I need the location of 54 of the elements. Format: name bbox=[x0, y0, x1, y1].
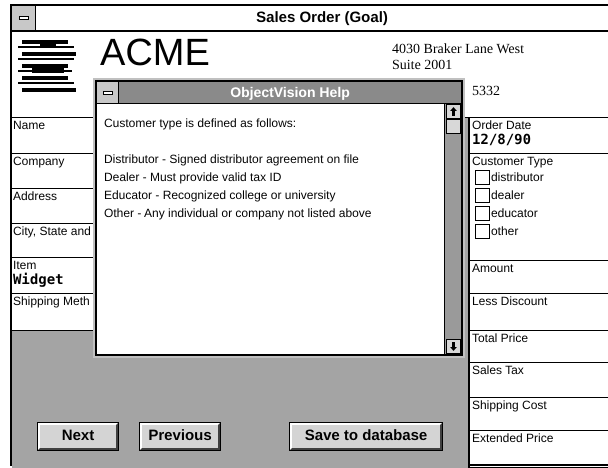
field-label: Address bbox=[13, 189, 58, 203]
field-value: 12/8/90 bbox=[472, 132, 532, 148]
help-text: Customer type is defined as follows: bbox=[104, 115, 298, 132]
field-label: Order Date bbox=[472, 118, 532, 132]
logo-text: ACME bbox=[100, 34, 210, 72]
field-label: Shipping Cost bbox=[472, 398, 548, 412]
window-title: Sales Order (Goal) bbox=[256, 8, 388, 28]
form-button[interactable]: Next bbox=[38, 423, 118, 450]
help-text: Educator - Recognized college or university bbox=[104, 187, 336, 204]
field-label: Company bbox=[13, 154, 66, 168]
form-field[interactable]: Order Date 12/8/90 bbox=[470, 118, 608, 154]
checkbox-label: distributor bbox=[491, 170, 544, 185]
form-button[interactable]: Save to database bbox=[290, 423, 442, 450]
scrollbar[interactable] bbox=[444, 104, 461, 354]
checkbox-label: educator bbox=[491, 206, 538, 221]
down-arrow-icon bbox=[450, 342, 456, 351]
system-menu-button[interactable] bbox=[97, 82, 119, 103]
checkbox[interactable] bbox=[475, 224, 490, 239]
checkbox[interactable] bbox=[475, 188, 490, 203]
help-text: Other - Any individual or company not listed above bbox=[104, 205, 372, 222]
address-line: 5332 bbox=[472, 84, 501, 100]
address-line: 4030 Braker Lane West bbox=[392, 42, 524, 58]
field-label: Item bbox=[13, 258, 38, 272]
field-label: Total Price bbox=[472, 331, 530, 345]
field-label: Sales Tax bbox=[472, 363, 525, 377]
field-label: City, State and bbox=[13, 224, 92, 238]
form-field[interactable]: Sales Tax bbox=[470, 363, 608, 398]
field-label: Extended Price bbox=[472, 431, 554, 445]
form-button[interactable]: Previous bbox=[140, 423, 220, 450]
help-text: Distributor - Signed distributor agreement on file bbox=[104, 151, 360, 168]
field-label: Amount bbox=[472, 261, 514, 275]
up-arrow-icon bbox=[450, 107, 456, 116]
form-field[interactable]: Customer Type distributor dealer educator other bbox=[470, 154, 608, 261]
scroll-down-button[interactable] bbox=[446, 339, 460, 354]
scroll-up-button[interactable] bbox=[446, 104, 460, 119]
dialog-title: ObjectVision Help bbox=[230, 83, 350, 102]
field-label: Name bbox=[13, 118, 46, 132]
form-field[interactable]: Shipping Cost bbox=[470, 398, 608, 431]
field-label: Less Discount bbox=[472, 294, 548, 308]
form-field[interactable]: Total Price bbox=[470, 331, 608, 363]
field-label: Customer Type bbox=[472, 154, 554, 168]
form-field[interactable]: Less Discount bbox=[470, 294, 608, 331]
form-field[interactable]: Extended Price bbox=[470, 431, 608, 468]
scroll-thumb[interactable] bbox=[446, 119, 460, 134]
checkbox[interactable] bbox=[475, 206, 490, 221]
checkbox-label: dealer bbox=[491, 188, 524, 203]
checkbox-label: other bbox=[491, 224, 518, 239]
checkbox[interactable] bbox=[475, 170, 490, 185]
form-field[interactable]: Amount bbox=[470, 261, 608, 294]
help-text: Dealer - Must provide valid tax ID bbox=[104, 169, 282, 186]
system-menu-button[interactable] bbox=[12, 6, 36, 30]
field-label: Shipping Meth bbox=[13, 294, 91, 308]
field-value: Widget bbox=[13, 272, 65, 288]
address-line: Suite 2001 bbox=[392, 58, 454, 74]
